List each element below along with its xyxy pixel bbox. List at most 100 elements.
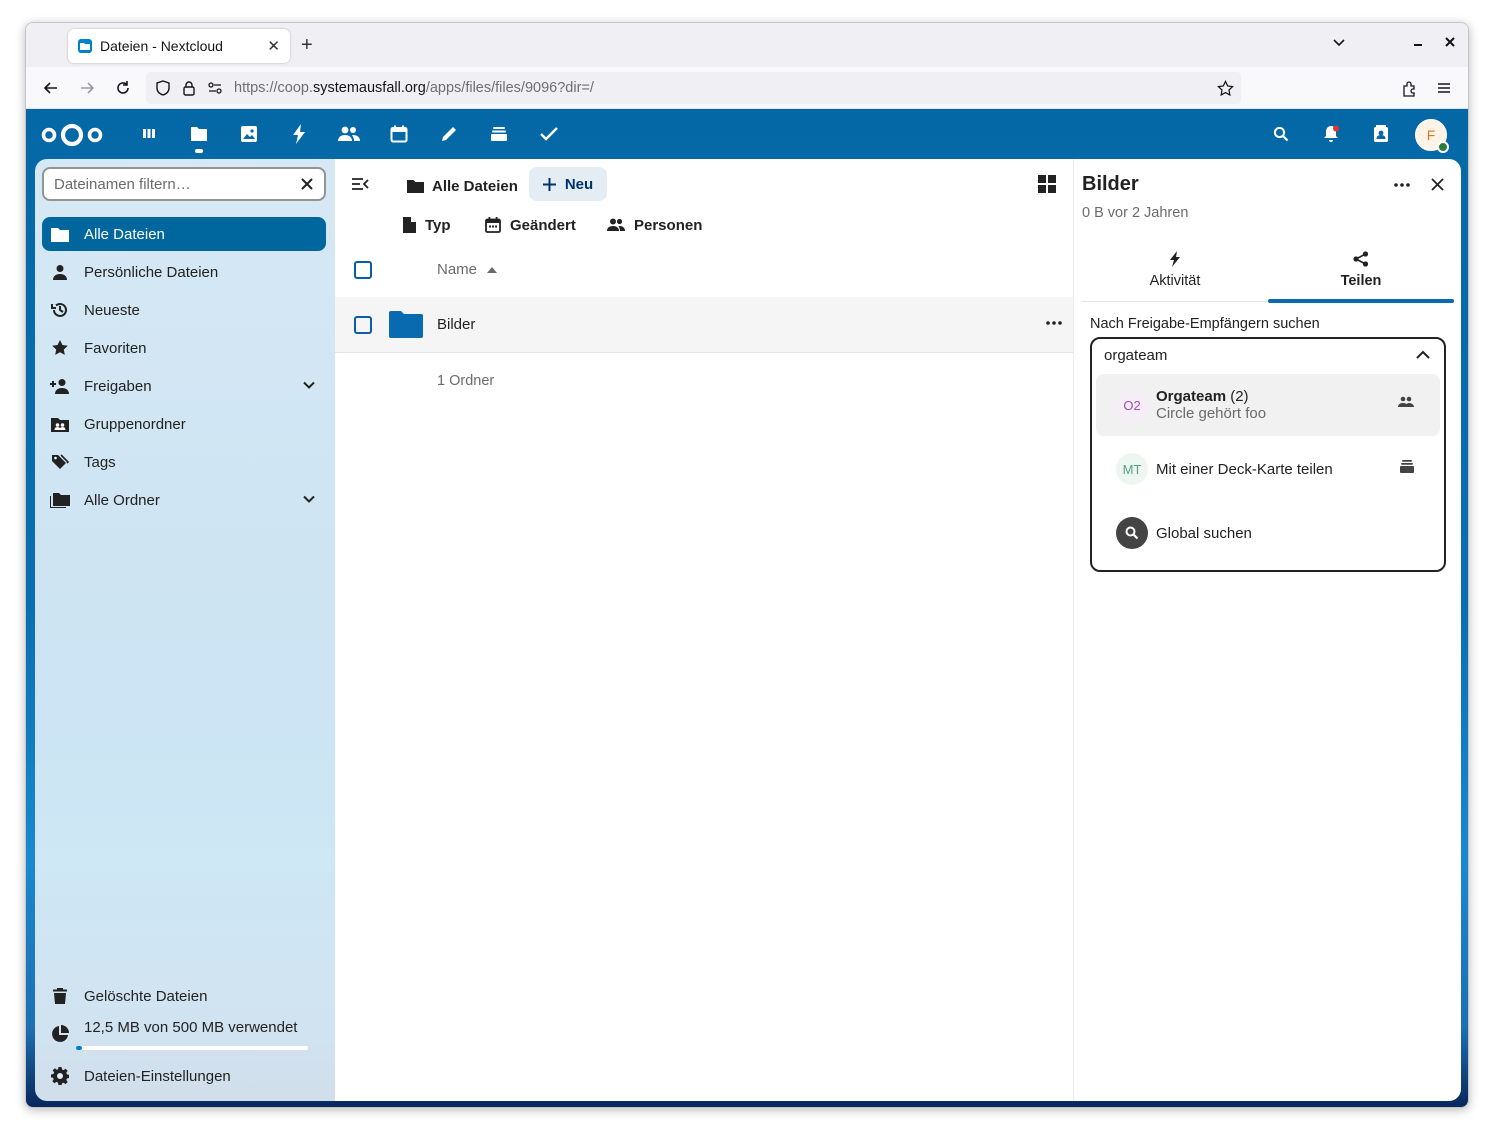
shield-icon[interactable] bbox=[152, 77, 174, 99]
share-icon bbox=[1353, 250, 1369, 267]
sidebar-item-label: Alle Ordner bbox=[84, 491, 160, 509]
reload-icon[interactable] bbox=[112, 77, 134, 99]
new-tab-icon[interactable]: + bbox=[301, 34, 313, 56]
tab-sharing[interactable]: Teilen bbox=[1268, 237, 1454, 303]
sidebar-item-tags[interactable]: Tags bbox=[42, 445, 326, 479]
sidebar-item-settings[interactable]: Dateien-Einstellungen bbox=[42, 1059, 326, 1093]
filter-modified-label: Geändert bbox=[510, 216, 576, 234]
minimize-icon[interactable] bbox=[1412, 35, 1424, 49]
sidebar-item-label: Tags bbox=[84, 453, 116, 471]
sidebar-item-shares[interactable]: Freigaben bbox=[42, 369, 326, 403]
share-search-select[interactable]: orgateam O2 Orgateam (2) Circle gehört f… bbox=[1090, 337, 1446, 572]
new-button[interactable]: Neu bbox=[529, 167, 607, 201]
grid-view-icon[interactable] bbox=[1038, 175, 1056, 193]
contacts-icon[interactable] bbox=[338, 123, 360, 145]
sidebar-item-label: Gruppenordner bbox=[84, 415, 186, 433]
sidebar-item-label: Dateien-Einstellungen bbox=[84, 1067, 231, 1085]
files-summary: 1 Ordner bbox=[437, 373, 495, 389]
deck-icon bbox=[1400, 460, 1414, 473]
filter-type-button[interactable]: Typ bbox=[403, 215, 451, 235]
tag-icon bbox=[50, 452, 70, 472]
select-all-checkbox[interactable] bbox=[354, 261, 372, 279]
column-name-label: Name bbox=[437, 261, 478, 278]
nextcloud-favicon-icon bbox=[78, 39, 92, 53]
extensions-icon[interactable] bbox=[1398, 77, 1420, 99]
url-prefix: https://coop. bbox=[234, 80, 313, 96]
chevron-down-icon[interactable] bbox=[302, 492, 316, 506]
folder-icon bbox=[50, 224, 70, 244]
permissions-icon[interactable] bbox=[204, 77, 226, 99]
calendar-icon[interactable] bbox=[388, 123, 410, 145]
nextcloud-logo[interactable] bbox=[41, 122, 103, 148]
browser-toolbar: https://coop. systemausfall.org/apps/file… bbox=[26, 67, 1468, 109]
back-icon[interactable] bbox=[40, 77, 62, 99]
share-option-name: Global suchen bbox=[1156, 524, 1252, 542]
menu-icon[interactable] bbox=[1433, 77, 1455, 99]
chevron-down-icon[interactable] bbox=[302, 378, 316, 392]
toggle-navigation-icon[interactable] bbox=[351, 177, 369, 191]
share-option-global-search[interactable]: Global suchen bbox=[1096, 502, 1440, 564]
share-option-text: Orgateam (2) Circle gehört foo bbox=[1156, 388, 1266, 422]
star-icon[interactable] bbox=[1214, 77, 1236, 99]
breadcrumb-label: Alle Dateien bbox=[432, 177, 518, 195]
browser-tab[interactable]: Dateien - Nextcloud ✕ bbox=[68, 29, 290, 63]
search-icon[interactable] bbox=[1270, 123, 1292, 145]
circle-avatar: O2 bbox=[1116, 389, 1148, 421]
sidebar-item-personal[interactable]: Persönliche Dateien bbox=[42, 255, 326, 289]
sidebar-item-favorites[interactable]: Favoriten bbox=[42, 331, 326, 365]
tab-list-icon[interactable] bbox=[1332, 35, 1346, 49]
url-bar[interactable]: https://coop. systemausfall.org/apps/file… bbox=[146, 72, 1241, 104]
table-row[interactable]: Bilder bbox=[335, 297, 1073, 353]
sidebar-item-recent[interactable]: Neueste bbox=[42, 293, 326, 327]
row-actions-icon[interactable] bbox=[1046, 321, 1062, 325]
notifications-icon[interactable] bbox=[1320, 123, 1342, 145]
tab-activity[interactable]: Aktivität bbox=[1082, 237, 1268, 302]
sort-by-name-button[interactable]: Name bbox=[437, 261, 498, 278]
chevron-up-icon[interactable] bbox=[1416, 350, 1430, 360]
dashboard-icon[interactable] bbox=[138, 123, 160, 145]
file-name[interactable]: Bilder bbox=[437, 316, 475, 333]
history-icon bbox=[50, 300, 70, 320]
share-search-input[interactable]: orgateam bbox=[1104, 347, 1167, 364]
close-tab-icon[interactable]: ✕ bbox=[267, 37, 280, 55]
sidebar-item-all-files[interactable]: Alle Dateien bbox=[42, 217, 326, 251]
close-window-icon[interactable] bbox=[1444, 35, 1456, 49]
deck-icon[interactable] bbox=[488, 123, 510, 145]
contacts-menu-icon[interactable] bbox=[1370, 123, 1392, 145]
url-host: systemausfall.org bbox=[313, 80, 426, 96]
share-option-name: Mit einer Deck-Karte teilen bbox=[1156, 460, 1333, 478]
tab-strip: Dateien - Nextcloud ✕ + bbox=[26, 23, 1468, 67]
close-icon[interactable] bbox=[1431, 178, 1444, 191]
filter-input[interactable]: Dateinamen filtern… bbox=[42, 167, 326, 201]
photos-icon[interactable] bbox=[238, 123, 260, 145]
filter-type-label: Typ bbox=[425, 216, 451, 234]
tab-activity-label: Aktivität bbox=[1149, 272, 1201, 289]
details-sidebar: Bilder 0 B vor 2 Jahren Aktivität Teilen… bbox=[1073, 159, 1461, 1101]
activity-icon[interactable] bbox=[288, 123, 310, 145]
lock-icon[interactable] bbox=[178, 77, 200, 99]
row-checkbox[interactable] bbox=[354, 316, 372, 334]
share-option-count: (2) bbox=[1230, 388, 1249, 405]
breadcrumb[interactable]: Alle Dateien bbox=[407, 169, 518, 203]
forward-icon[interactable] bbox=[76, 77, 98, 99]
activity-icon bbox=[1169, 250, 1181, 267]
filter-people-button[interactable]: Personen bbox=[607, 215, 702, 235]
clear-filter-icon[interactable] bbox=[300, 177, 314, 191]
sidebar-item-groupfolders[interactable]: Gruppenordner bbox=[42, 407, 326, 441]
sidebar-item-label: Alle Dateien bbox=[84, 225, 165, 243]
share-option-deck[interactable]: MT Mit einer Deck-Karte teilen bbox=[1096, 438, 1440, 500]
account-icon bbox=[50, 262, 70, 282]
quota-progress-fill bbox=[76, 1046, 82, 1050]
sidebar-item-all-folders[interactable]: Alle Ordner bbox=[42, 483, 326, 517]
share-option-circle[interactable]: O2 Orgateam (2) Circle gehört foo bbox=[1096, 374, 1440, 436]
avatar[interactable]: F bbox=[1415, 119, 1449, 153]
notes-icon[interactable] bbox=[438, 123, 460, 145]
sidebar-item-trash[interactable]: Gelöschte Dateien bbox=[42, 979, 326, 1013]
calendar-icon bbox=[485, 217, 501, 233]
tasks-icon[interactable] bbox=[538, 123, 560, 145]
more-actions-icon[interactable] bbox=[1394, 183, 1410, 187]
nextcloud-app: F Dateinamen filtern… Alle Dateien Persö… bbox=[26, 109, 1468, 1107]
people-icon bbox=[607, 218, 625, 232]
files-app-icon[interactable] bbox=[188, 123, 210, 153]
filter-modified-button[interactable]: Geändert bbox=[485, 215, 576, 235]
